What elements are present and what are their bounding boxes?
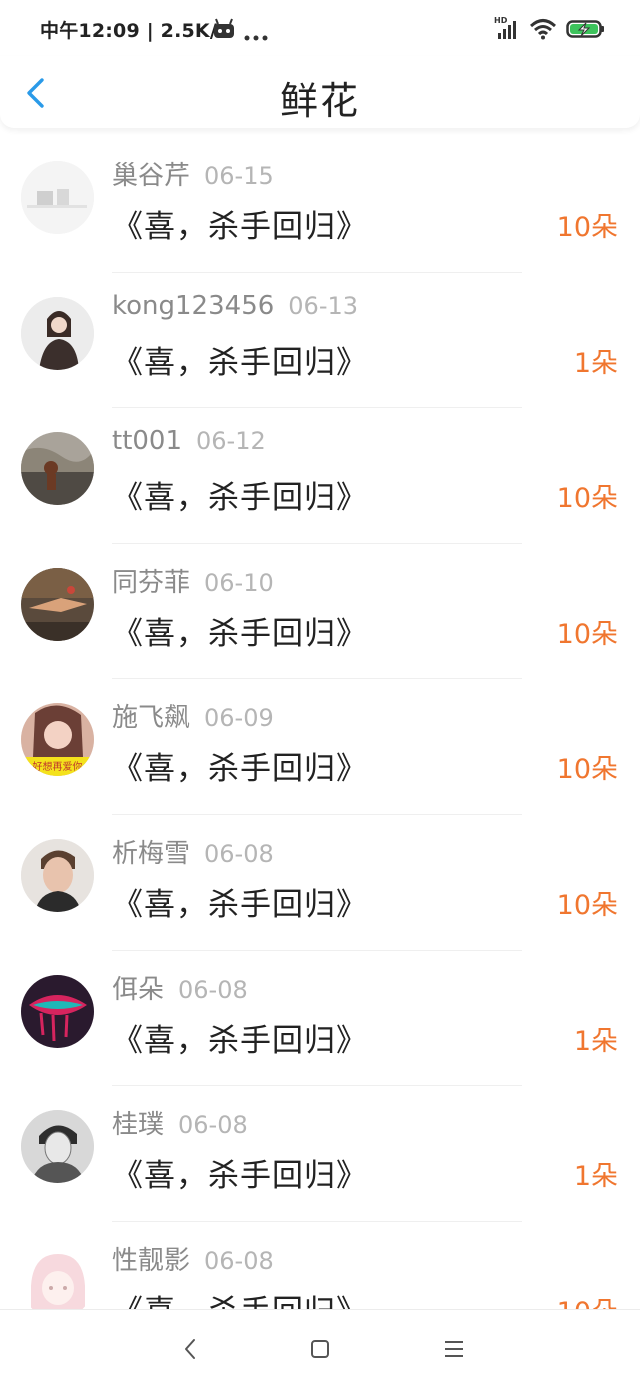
flower-count: 10朵	[556, 618, 618, 650]
avatar[interactable]	[21, 161, 94, 234]
avatar[interactable]	[21, 1110, 94, 1184]
more-dots-icon	[244, 26, 268, 45]
user-name[interactable]: 桂璞	[112, 1110, 164, 1140]
list-item[interactable]: 析梅雪 06-08 《喜，杀手回归》 10朵	[0, 815, 640, 951]
flower-count: 10朵	[556, 889, 618, 921]
work-title[interactable]: 《喜，杀手回归》	[112, 201, 368, 246]
battery-charging-icon	[566, 18, 606, 40]
gift-date: 06-09	[204, 704, 274, 733]
list-item[interactable]: kong123456 06-13 《喜，杀手回归》 1朵	[0, 273, 640, 409]
flower-count: 10朵	[556, 483, 618, 515]
flower-list: 巢谷芹 06-15 《喜，杀手回归》 10朵 kong123456 06-13 《喜…	[0, 137, 640, 1309]
user-name[interactable]: tt001	[112, 426, 182, 456]
list-item[interactable]: 好想再爱你 施飞飙 06-09 《喜，杀手回归》 10朵	[0, 679, 640, 815]
nav-menu-button[interactable]	[439, 1334, 469, 1364]
avatar[interactable]	[21, 838, 94, 912]
list-item[interactable]: tt001 06-12 《喜，杀手回归》 10朵	[0, 408, 640, 544]
work-title[interactable]: 《喜，杀手回归》	[112, 1015, 368, 1060]
android-icon	[212, 18, 236, 44]
gift-date: 06-08	[204, 839, 274, 868]
avatar[interactable]	[21, 1245, 94, 1309]
user-name[interactable]: 巢谷芹	[112, 161, 190, 191]
page-title: 鲜花	[279, 79, 360, 123]
avatar[interactable]	[21, 974, 94, 1048]
flower-count: 1朵	[573, 1025, 618, 1057]
work-title[interactable]: 《喜，杀手回归》	[112, 337, 368, 382]
status-bar: 中午12:09 | 2.5K/s HD	[0, 0, 640, 56]
avatar[interactable]	[21, 432, 94, 506]
user-name[interactable]: kong123456	[112, 291, 274, 321]
list-item[interactable]: 佴朵 06-08 《喜，杀手回归》 1朵	[0, 951, 640, 1087]
user-name[interactable]: 施飞飙	[112, 703, 190, 733]
work-title[interactable]: 《喜，杀手回归》	[112, 608, 368, 653]
back-triangle-icon	[185, 1339, 195, 1359]
home-square-icon	[311, 1340, 329, 1358]
user-name[interactable]: 性靓影	[112, 1246, 190, 1276]
avatar[interactable]	[21, 296, 94, 370]
list-item[interactable]: 桂璞 06-08 《喜，杀手回归》 1朵	[0, 1086, 640, 1222]
avatar[interactable]	[21, 567, 94, 641]
gift-date: 06-08	[204, 1246, 274, 1275]
list-item[interactable]: 同芬菲 06-10 《喜，杀手回归》 10朵	[0, 544, 640, 680]
nav-back-button[interactable]	[175, 1334, 205, 1364]
list-item[interactable]: 巢谷芹 06-15 《喜，杀手回归》 10朵	[0, 137, 640, 273]
hd-signal-icon: HD	[494, 16, 520, 40]
nav-home-button[interactable]	[305, 1334, 335, 1364]
work-title[interactable]: 《喜，杀手回归》	[112, 879, 368, 924]
user-name[interactable]: 佴朵	[112, 975, 164, 1005]
wifi-icon	[530, 18, 556, 40]
system-nav-bar	[0, 1309, 640, 1388]
work-title[interactable]: 《喜，杀手回归》	[112, 1150, 368, 1195]
work-title[interactable]: 《喜，杀手回归》	[112, 472, 368, 517]
menu-lines-icon	[445, 1341, 463, 1357]
flower-count: 10朵	[556, 212, 618, 243]
avatar-caption: 好想再爱你	[32, 762, 83, 774]
avatar[interactable]: 好想再爱你	[21, 703, 94, 777]
gift-date: 06-12	[196, 427, 266, 456]
work-title[interactable]: 《喜，杀手回归》	[112, 743, 368, 788]
gift-date: 06-08	[178, 1111, 248, 1140]
flower-count: 10朵	[556, 754, 618, 786]
gift-date: 06-10	[204, 568, 274, 597]
user-name[interactable]: 析梅雪	[112, 839, 190, 869]
work-title[interactable]: 《喜，杀手回归》	[112, 1286, 368, 1309]
gift-date: 06-08	[178, 975, 248, 1004]
gift-date: 06-15	[204, 162, 274, 190]
flower-count: 10朵	[557, 1290, 618, 1309]
flower-count: 1朵	[573, 347, 618, 379]
list-item[interactable]: 性靓影 06-08 《喜，杀手回归》 10朵	[0, 1222, 640, 1309]
header-bar: 鲜花	[0, 56, 640, 128]
user-name[interactable]: 同芬菲	[112, 568, 190, 598]
gift-date: 06-13	[288, 291, 359, 320]
status-time: 中午12:09 | 2.5K/s	[40, 20, 229, 42]
flower-count: 1朵	[573, 1161, 618, 1193]
